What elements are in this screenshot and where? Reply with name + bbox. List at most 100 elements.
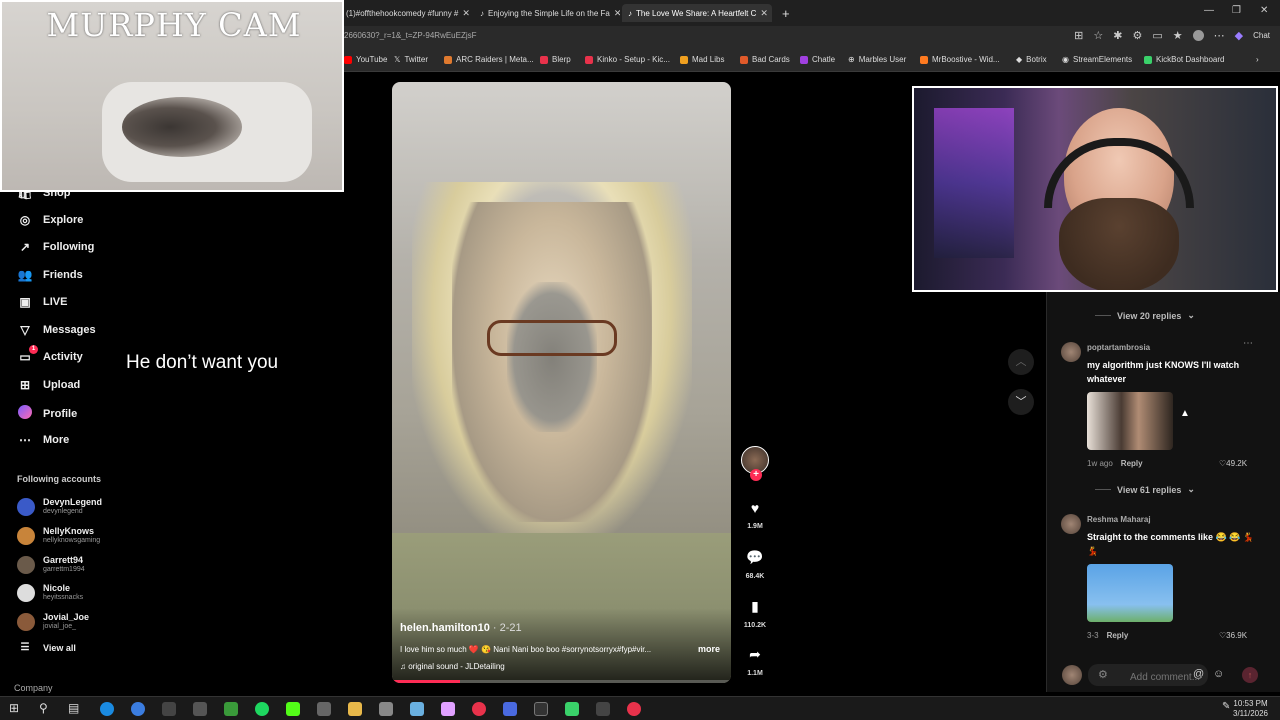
bookmark-kinko[interactable]: Kinko - Setup - Kic... (585, 55, 670, 64)
app-icon[interactable] (317, 702, 331, 716)
app-icon[interactable] (224, 702, 238, 716)
sidebar-item-messages[interactable]: ▽ Messages (17, 323, 95, 337)
bookmark-blerp[interactable]: Blerp (540, 55, 571, 64)
bookmarks-overflow[interactable]: › (1256, 55, 1259, 64)
avatar[interactable] (1192, 30, 1204, 41)
tab-1[interactable]: (1)#offthehookcomedy #funny # ✕ (340, 4, 472, 22)
gif-icon[interactable]: ⚙ (1098, 668, 1108, 681)
app-icon[interactable] (596, 702, 610, 716)
app-icon[interactable] (379, 702, 393, 716)
search-icon[interactable]: ⚲ (39, 701, 48, 715)
account-item[interactable]: DevynLegend devynlegend (17, 497, 102, 516)
app-icon[interactable] (627, 702, 641, 716)
sidebar-item-activity[interactable]: ▭ 1 Activity (17, 345, 83, 364)
share-button[interactable]: ➦ 1.1M (736, 646, 774, 677)
kick-icon[interactable] (286, 702, 300, 716)
app-icon[interactable] (565, 702, 579, 716)
tab-3[interactable]: ♪ The Love We Share: A Heartfelt C ✕ (622, 4, 772, 22)
reply-button[interactable]: Reply (1121, 459, 1143, 468)
video-author[interactable]: helen.hamilton10 · 2-21 (400, 622, 522, 634)
menu-icon[interactable]: ⋯ (1214, 29, 1225, 42)
bookmark-youtube[interactable]: YouTube (344, 55, 387, 64)
chat-button[interactable]: Chat (1253, 31, 1270, 40)
extension-icon[interactable]: ✱ (1113, 29, 1122, 42)
minimize-icon[interactable]: — (1204, 5, 1214, 16)
bookmark-streamelements[interactable]: ◉ StreamElements (1062, 55, 1132, 64)
app-icon[interactable] (534, 702, 548, 716)
close-icon[interactable]: ✕ (760, 8, 768, 19)
apps-icon[interactable]: ⊞ (1074, 29, 1083, 42)
spotify-icon[interactable] (255, 702, 269, 716)
sidebar-item-upload[interactable]: ⊞ Upload (17, 378, 80, 392)
close-icon[interactable]: ✕ (614, 8, 620, 19)
sidebar-item-more[interactable]: ⋯ More (17, 433, 69, 447)
account-item[interactable]: Jovial_Joe jovial_joe_ (17, 612, 89, 631)
favorites-icon[interactable]: ★ (1173, 29, 1183, 42)
previous-video-button[interactable]: ︿ (1008, 349, 1034, 375)
account-item[interactable]: NellyKnows nellyknowsgaming (17, 526, 100, 545)
like-button[interactable]: ♥ 1.9M (736, 500, 774, 530)
window-close-icon[interactable]: ✕ (1260, 5, 1268, 16)
next-video-button[interactable]: ﹀ (1008, 389, 1034, 415)
app-icon[interactable] (503, 702, 517, 716)
follow-plus-icon[interactable]: + (750, 469, 762, 481)
bookmark-kickbot[interactable]: KickBot Dashboard (1144, 55, 1224, 64)
app-icon[interactable] (162, 702, 176, 716)
account-item[interactable]: Garrett94 garrettm1994 (17, 555, 85, 574)
copilot-icon[interactable]: ◆ (1235, 29, 1243, 42)
view-replies-button[interactable]: View 20 replies ⌄ (1095, 310, 1195, 321)
app-icon[interactable] (441, 702, 455, 716)
system-clock[interactable]: 10:53 PM 3/11/2026 (1233, 699, 1268, 719)
mention-icon[interactable]: @ (1193, 668, 1204, 680)
task-view-icon[interactable]: ▤ (68, 701, 79, 715)
more-options-icon[interactable]: ⋯ (1243, 338, 1253, 349)
avatar[interactable] (1061, 342, 1081, 362)
new-tab-button[interactable]: + (776, 4, 796, 22)
comment-button[interactable]: 💬 68.4K (736, 549, 774, 580)
comment-username[interactable]: poptartambrosia (1087, 343, 1150, 352)
star-icon[interactable]: ☆ (1093, 29, 1103, 42)
app-icon[interactable] (193, 702, 207, 716)
bookmark-bad-cards[interactable]: Bad Cards (740, 55, 790, 64)
app-icon[interactable] (472, 702, 486, 716)
bookmark-chatle[interactable]: Chatle (800, 55, 835, 64)
bookmark-twitter[interactable]: 𝕏 Twitter (394, 55, 428, 64)
video-player[interactable] (392, 82, 731, 683)
sidebar-item-following[interactable]: ↗ Following (17, 240, 94, 254)
video-progress-bar[interactable] (392, 680, 731, 683)
more-button[interactable]: more (698, 644, 720, 654)
sidebar-item-live[interactable]: ▣ LIVE (17, 295, 67, 309)
folder-icon[interactable] (348, 702, 362, 716)
account-item[interactable]: Nicole heyitssnacks (17, 583, 83, 602)
comment-likes[interactable]: ♡49.2K (1219, 459, 1247, 468)
chrome-icon[interactable] (131, 702, 145, 716)
url-field[interactable]: 2660630?_r=1&_t=ZP-94RwEuEZjsF (344, 31, 477, 40)
sidebar-item-profile[interactable]: Profile (17, 405, 77, 422)
comment-likes[interactable]: ♡36.9K (1219, 631, 1247, 640)
bookmark-arc-raiders[interactable]: ARC Raiders | Meta... (444, 55, 534, 64)
maximize-icon[interactable]: ❐ (1232, 5, 1241, 16)
view-replies-button[interactable]: View 61 replies ⌄ (1095, 484, 1195, 495)
video-sound[interactable]: ♫ original sound - JLDetailing (400, 662, 505, 671)
bookmark-botrix[interactable]: ◆ Botrix (1016, 55, 1047, 64)
close-icon[interactable]: ✕ (462, 8, 470, 19)
puzzle-icon[interactable]: ⚙ (1132, 29, 1142, 42)
sidebar-item-explore[interactable]: ◎ Explore (17, 213, 84, 227)
bookmark-marbles[interactable]: ⊕ Marbles User (848, 55, 906, 64)
tab-2[interactable]: ♪ Enjoying the Simple Life on the Fa ✕ (474, 4, 620, 22)
view-all-button[interactable]: ☰ View all (17, 642, 76, 653)
pen-icon[interactable]: ✎ (1222, 701, 1230, 712)
edge-icon[interactable] (100, 702, 114, 716)
save-button[interactable]: ▮ 110.2K (736, 598, 774, 629)
company-link[interactable]: Company (14, 683, 53, 693)
sidebar-item-friends[interactable]: 👥 Friends (17, 268, 83, 282)
windows-start-icon[interactable]: ⊞ (9, 701, 19, 715)
send-button[interactable]: ↑ (1242, 667, 1258, 683)
reply-button[interactable]: Reply (1107, 631, 1129, 640)
app-icon[interactable] (410, 702, 424, 716)
avatar[interactable] (1061, 514, 1081, 534)
bookmark-mrboostive[interactable]: MrBoostive - Wid... (920, 55, 1000, 64)
comment-username[interactable]: Reshma Maharaj (1087, 515, 1151, 524)
split-icon[interactable]: ▭ (1152, 29, 1162, 42)
bookmark-mad-libs[interactable]: Mad Libs (680, 55, 724, 64)
